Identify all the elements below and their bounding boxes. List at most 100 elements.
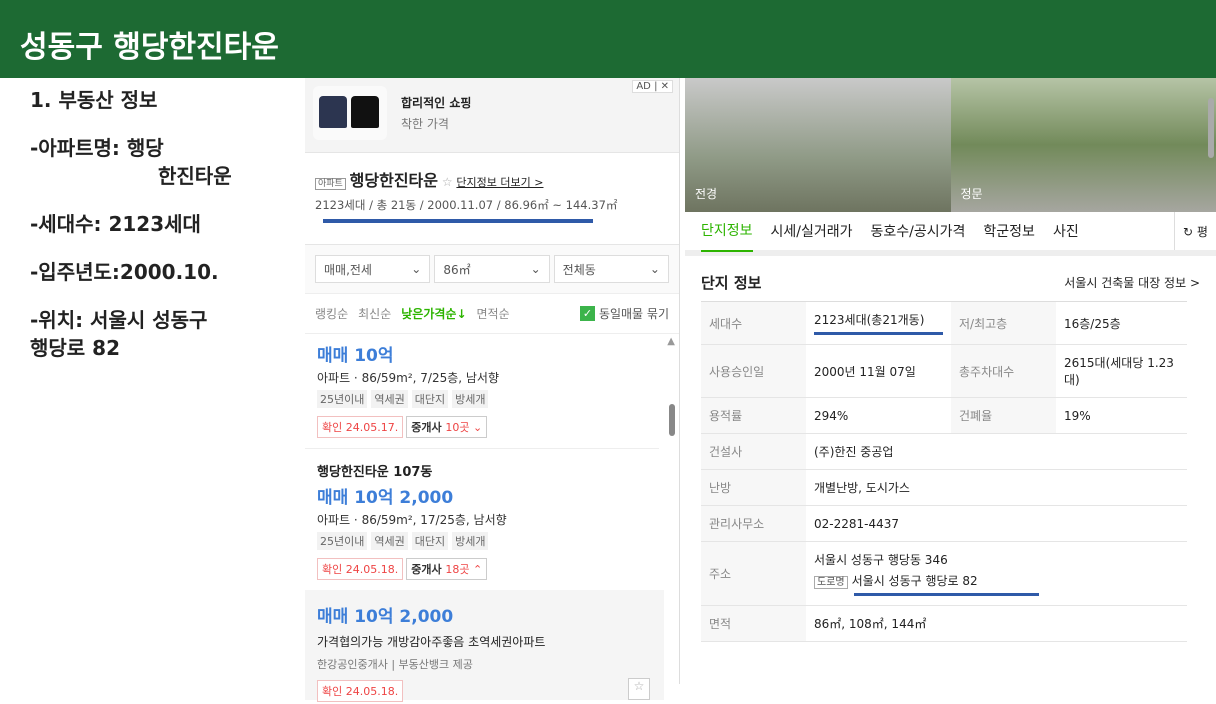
info-road_tag: 도로명 xyxy=(814,576,848,589)
ad-close-button[interactable]: AD | ✕ xyxy=(632,80,673,93)
listings-0-keywords-1: 역세권 xyxy=(371,390,407,408)
chevron-down-icon: ⌄ xyxy=(411,262,421,276)
photo-gate[interactable]: 정문 xyxy=(951,78,1216,212)
info-rows-1-0: 사용승인일 xyxy=(701,345,806,398)
photo-overview[interactable]: 전경 xyxy=(685,78,951,212)
listings-1-title: 행당한진타운 107동 xyxy=(317,461,667,480)
tshirt-image xyxy=(313,86,387,140)
sort-latest[interactable]: 최신순 xyxy=(358,305,391,322)
ad-banner[interactable]: AD | ✕ 합리적인 쇼핑 착한 가격 xyxy=(305,78,679,153)
same_listing: 동일매물 묶기 xyxy=(599,305,669,322)
listing-item[interactable]: 행당한진타운 107동 매매 10억 2,000 아파트 · 86/59m², … xyxy=(305,449,679,590)
highlight-underline xyxy=(814,332,943,335)
note-location-2: 행당로 82 xyxy=(30,334,300,362)
filters-2: 전체동 xyxy=(563,261,596,278)
info-rows-4-1: 개별난방, 도시가스 xyxy=(806,470,1187,506)
tab-complex-info[interactable]: 단지정보 xyxy=(701,210,753,252)
info-rows-1-1: 2000년 11월 07일 xyxy=(806,345,951,398)
sub_listing-source: 한강공인중개사 | 부동산뱅크 제공 xyxy=(317,656,652,672)
sub_listing-confirm: 확인 24.05.18. xyxy=(317,680,403,702)
same-listing-checkbox[interactable]: ✓동일매물 묶기 xyxy=(580,305,669,322)
info-rows-1-2: 총주차대수 xyxy=(951,345,1056,398)
unit-toggle-button[interactable]: ↻ 평 xyxy=(1174,212,1216,250)
listings-1-confirm: 확인 24.05.18. xyxy=(317,558,403,580)
listing-item[interactable]: 매매 10억 아파트 · 86/59m², 7/25층, 남서향 25년이내역세… xyxy=(305,334,659,449)
listings-0-keywords-2: 대단지 xyxy=(412,390,448,408)
complex-info-table: 세대수 2123세대(총21개동) 저/최고층16층/25층 사용승인일2000년 … xyxy=(701,301,1187,642)
listings-0-price: 매매 10억 xyxy=(317,341,647,366)
highlight-underline xyxy=(323,219,593,223)
info-rows-4-0: 난방 xyxy=(701,470,806,506)
info-rows-5-1: 02-2281-4437 xyxy=(806,506,1187,542)
note-name: -아파트명: 행당 xyxy=(30,134,300,162)
listings-0-spec: 아파트 · 86/59m², 7/25층, 남서향 xyxy=(317,369,647,386)
building-select[interactable]: 전체동 ⌄ xyxy=(554,255,669,283)
sort-low-price[interactable]: 낮은가격순↓ xyxy=(401,305,466,322)
notes: 1. 부동산 정보 -아파트명: 행당 한진타운 -세대수: 2123세대 -입… xyxy=(30,86,300,382)
sub_listing-desc: 가격협의가능 개방감아주좋음 초역세권아파트 xyxy=(317,633,652,650)
complex-detail-panel: 전경 정문 단지정보 시세/실거래가 동호수/공시가격 학군정보 사진 ↻ 평 … xyxy=(685,78,1216,684)
chevron-down-icon: ⌄ xyxy=(650,262,660,276)
sub_listing-price: 매매 10억 2,000 xyxy=(317,602,652,627)
listings-0-keywords-3: 방세개 xyxy=(452,390,488,408)
listings-1-price: 매매 10억 2,000 xyxy=(317,483,667,508)
sort-area[interactable]: 면적순 xyxy=(477,305,510,322)
trade-type-select[interactable]: 매매,전세 ⌄ xyxy=(315,255,430,283)
info-rows-2-0: 용적률 xyxy=(701,398,806,434)
slide-title: 성동구 행당한진타운 xyxy=(0,0,1216,78)
info-rows-6-0: 주소 xyxy=(701,542,806,606)
sort-ranking[interactable]: 랭킹순 xyxy=(315,305,348,322)
filters-0: 매매,전세 xyxy=(324,261,372,278)
favorite-star-icon[interactable]: ☆ xyxy=(628,678,650,700)
listings-1-spec: 아파트 · 86/59m², 17/25층, 남서향 xyxy=(317,511,667,528)
more-info-link[interactable]: 단지정보 더보기 > xyxy=(456,176,543,189)
note-heading: 1. 부동산 정보 xyxy=(30,86,300,114)
info-rows-0-2: 저/최고층 xyxy=(951,302,1056,345)
scroll-up-icon[interactable]: ▲ xyxy=(667,336,675,347)
ad-subtitle: 착한 가격 xyxy=(401,115,471,132)
listings-1-brokers: 중개사 xyxy=(411,563,445,576)
chevron-down-icon: ⌄ xyxy=(531,262,541,276)
building-registry-link[interactable]: 서울시 건축물 대장 정보 > xyxy=(1064,274,1200,291)
info-rows-5-0: 관리사무소 xyxy=(701,506,806,542)
note-households: -세대수: 2123세대 xyxy=(30,210,300,238)
listings-0-keywords-0: 25년이내 xyxy=(317,390,367,408)
photos-1: 정문 xyxy=(961,185,983,202)
section-title: 단지 정보 xyxy=(701,272,761,293)
info-rows-2-3: 19% xyxy=(1056,398,1187,434)
listings-1-keywords-2: 대단지 xyxy=(412,532,448,550)
info-rows-0-3: 16층/25층 xyxy=(1056,302,1187,345)
info-rows-7-1: 86㎡, 108㎡, 144㎡ xyxy=(806,606,1187,642)
listings-0-confirm: 확인 24.05.17. xyxy=(317,416,403,438)
info-rows-0-1: 2123세대(총21개동) xyxy=(814,313,924,327)
info-road_addr: 서울시 성동구 행당로 82 xyxy=(852,574,978,588)
complex-name: 행당한진타운 xyxy=(350,171,438,190)
tab-school[interactable]: 학군정보 xyxy=(983,221,1035,241)
info-rows-2-1: 294% xyxy=(806,398,951,434)
listings-0-brokers: 중개사 xyxy=(411,421,445,434)
info-rows-2-2: 건폐율 xyxy=(951,398,1056,434)
info-rows-6-1: 서울시 성동구 행당동 346 xyxy=(814,551,1179,568)
brokers-button[interactable]: 중개사 10곳 ⌄ xyxy=(406,416,487,438)
area-select[interactable]: 86㎡⌄ xyxy=(434,255,549,283)
brokers-button[interactable]: 중개사 18곳 ⌃ xyxy=(406,558,487,580)
scrollbar-thumb[interactable] xyxy=(1208,98,1214,158)
complex-summary: 2123세대 / 총 21동 / 2000.11.07 / 86.96㎡ ~ 1… xyxy=(315,197,669,213)
listings-1-keywords-1: 역세권 xyxy=(371,532,407,550)
note-year: -입주년도:2000.10. xyxy=(30,258,300,286)
note-location: -위치: 서울시 성동구 xyxy=(30,306,300,334)
scrollbar-thumb[interactable] xyxy=(669,404,675,436)
info-rows-1-3: 2615대(세대당 1.23대) xyxy=(1056,345,1187,398)
tab-units[interactable]: 동호수/공시가격 xyxy=(871,221,966,241)
tab-photos[interactable]: 사진 xyxy=(1053,221,1079,241)
type-tag: 아파트 xyxy=(315,178,346,190)
listings-1-keywords-3: 방세개 xyxy=(452,532,488,550)
listing-panel: AD | ✕ 합리적인 쇼핑 착한 가격 아파트 행당한진타운 ☆ 단지정보 더… xyxy=(305,78,680,684)
ad-title: 합리적인 쇼핑 xyxy=(401,94,471,111)
star-icon[interactable]: ☆ xyxy=(442,175,453,189)
tab-prices[interactable]: 시세/실거래가 xyxy=(771,221,853,241)
info-rows-3-1: (주)한진 중공업 xyxy=(806,434,1187,470)
listings-1-brokers_count: 18곳 ⌃ xyxy=(445,563,482,576)
info-rows-0-0: 세대수 xyxy=(701,302,806,345)
info-rows-7-0: 면적 xyxy=(701,606,806,642)
